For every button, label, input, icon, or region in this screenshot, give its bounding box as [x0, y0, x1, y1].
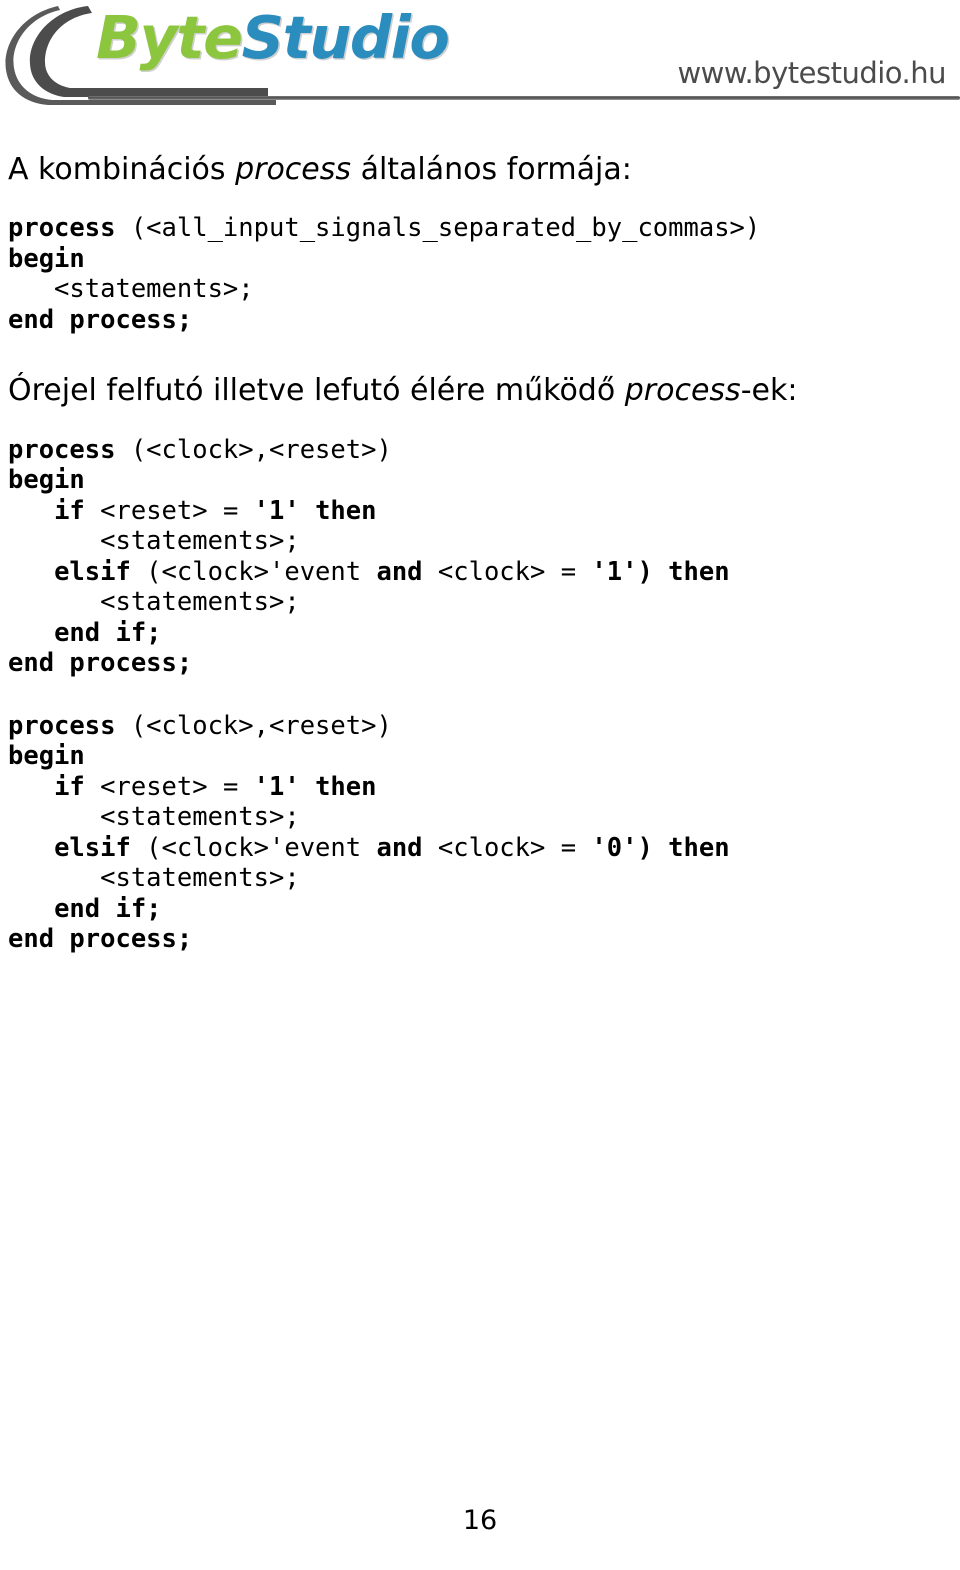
code-keyword: begin [8, 741, 85, 772]
code-keyword: if [54, 771, 85, 802]
code-text: <clock> = [422, 832, 592, 863]
code-keyword: '1' then [253, 495, 377, 526]
code-keyword: begin [8, 243, 85, 274]
heading-2-before: Órejel felfutó illetve lefutó élére műkö… [8, 373, 625, 409]
code-keyword: '0') then [591, 832, 730, 863]
code-text: <statements>; [8, 802, 300, 833]
page-number: 16 [462, 1505, 498, 1536]
site-url: www.bytestudio.hu [677, 56, 946, 90]
code-text: <reset> = [84, 495, 254, 526]
code-text: <clock> = [422, 556, 592, 587]
page-content: A kombinációs process általános formája:… [0, 120, 960, 955]
code-keyword: end process; [8, 924, 193, 955]
code-text: <statements>; [8, 863, 300, 894]
heading-1-after: általános formája: [351, 152, 632, 187]
heading-clocked-process: Órejel felfutó illetve lefutó élére műkö… [0, 373, 960, 408]
code-keyword: and [376, 832, 423, 863]
code-keyword: end process; [8, 304, 193, 335]
code-keyword: '1' then [253, 771, 377, 802]
code-text: <reset> = [84, 771, 254, 802]
code-text: (<clock>,<reset>) [115, 434, 392, 465]
code-keyword: end process; [8, 648, 193, 679]
code-keyword: process [8, 213, 116, 244]
code-keyword: and [376, 556, 423, 587]
code-block-falling-edge: process (<clock>,<reset>) begin if <rese… [0, 711, 960, 955]
code-text: (<clock>'event [130, 832, 377, 863]
heading-1-before: A kombinációs [8, 152, 236, 187]
code-keyword: elsif [54, 832, 131, 863]
logo-text-studio: Studio [241, 3, 450, 72]
code-keyword: process [8, 434, 116, 465]
heading-2-italic: process [624, 373, 741, 409]
code-keyword: end if; [54, 617, 162, 648]
code-text: (<all_input_signals_separated_by_commas>… [115, 213, 761, 244]
code-text: (<clock>,<reset>) [115, 710, 392, 741]
code-block-rising-edge: process (<clock>,<reset>) begin if <rese… [0, 435, 960, 679]
code-keyword: elsif [54, 556, 131, 587]
heading-1-italic: process [235, 152, 352, 187]
heading-2-after: -ek: [740, 373, 798, 409]
code-keyword: begin [8, 465, 85, 496]
code-text: <statements>; [8, 274, 254, 305]
heading-combinational-process: A kombinációs process általános formája: [0, 152, 960, 187]
code-keyword: process [8, 710, 116, 741]
code-block-combinational: process (<all_input_signals_separated_by… [0, 213, 960, 335]
code-keyword: '1') then [591, 556, 730, 587]
page-header: ByteStudio www.bytestudio.hu [0, 0, 960, 120]
code-keyword: end if; [54, 893, 162, 924]
code-text: <statements>; [8, 526, 300, 557]
code-keyword: if [54, 495, 85, 526]
code-text: (<clock>'event [130, 556, 377, 587]
logo-text-byte: Byte [96, 3, 243, 72]
code-text: <statements>; [8, 587, 300, 618]
header-divider [88, 96, 960, 100]
logo-wordmark: ByteStudio [96, 8, 450, 67]
